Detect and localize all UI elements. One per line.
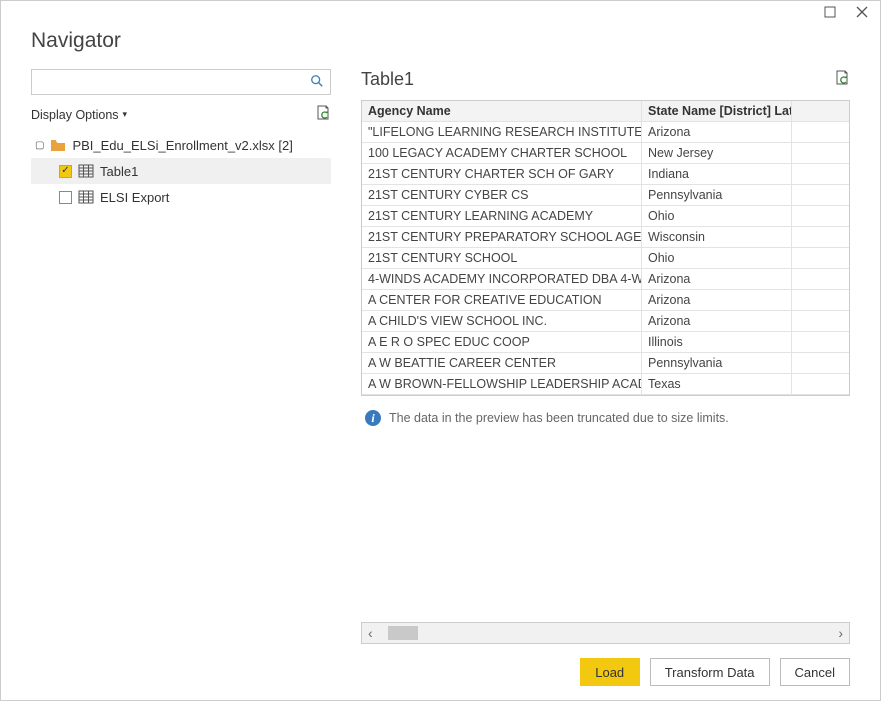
navigator-tree-panel: Display Options ▾ ▢ PBI_Edu_ELSi_Enrollm… (31, 69, 331, 644)
close-icon[interactable] (856, 6, 868, 21)
table-icon (78, 190, 94, 204)
tree: ▢ PBI_Edu_ELSi_Enrollment_v2.xlsx [2] ✓ (31, 132, 331, 210)
table-cell: 21ST CENTURY LEARNING ACADEMY (362, 206, 642, 226)
scroll-left-icon[interactable]: ‹ (368, 625, 373, 641)
table-row[interactable]: A W BEATTIE CAREER CENTERPennsylvania (362, 353, 849, 374)
preview-title: Table1 (361, 69, 414, 90)
column-header[interactable]: State Name [District] Latest available y… (642, 101, 792, 121)
table-cell: 21ST CENTURY PREPARATORY SCHOOL AGENCY (362, 227, 642, 247)
column-header[interactable]: Agency Name (362, 101, 642, 121)
table-cell: 21ST CENTURY CHARTER SCH OF GARY (362, 164, 642, 184)
table-cell: A W BROWN-FELLOWSHIP LEADERSHIP ACADEMY (362, 374, 642, 394)
table-row[interactable]: A W BROWN-FELLOWSHIP LEADERSHIP ACADEMYT… (362, 374, 849, 395)
preview-panel: Table1 Agency NameState Name [District] … (361, 69, 850, 644)
chevron-down-icon: ▾ (123, 109, 128, 120)
tree-item-label: Table1 (100, 164, 138, 179)
table-cell: Illinois (642, 332, 792, 352)
refresh-preview-icon[interactable] (834, 70, 850, 89)
maximize-icon[interactable] (824, 6, 836, 21)
table-cell: A CENTER FOR CREATIVE EDUCATION (362, 290, 642, 310)
scroll-thumb[interactable] (388, 626, 418, 640)
table-row[interactable]: 21ST CENTURY LEARNING ACADEMYOhio (362, 206, 849, 227)
checkbox-table1[interactable]: ✓ (59, 165, 72, 178)
table-header-row: Agency NameState Name [District] Latest … (362, 101, 849, 122)
table-cell: A E R O SPEC EDUC COOP (362, 332, 642, 352)
table-row[interactable]: 21ST CENTURY SCHOOLOhio (362, 248, 849, 269)
search-icon[interactable] (310, 74, 324, 91)
cancel-button[interactable]: Cancel (780, 658, 850, 686)
table-row[interactable]: A CHILD'S VIEW SCHOOL INC.Arizona (362, 311, 849, 332)
table-cell: A W BEATTIE CAREER CENTER (362, 353, 642, 373)
table-cell: Arizona (642, 269, 792, 289)
collapse-icon[interactable]: ▢ (35, 140, 44, 151)
display-options-dropdown[interactable]: Display Options ▾ (31, 108, 127, 122)
transform-data-button[interactable]: Transform Data (650, 658, 770, 686)
table-row[interactable]: 4-WINDS ACADEMY INCORPORATED DBA 4-WINDS… (362, 269, 849, 290)
checkbox-elsi-export[interactable] (59, 191, 72, 204)
table-cell: Arizona (642, 290, 792, 310)
table-cell: Texas (642, 374, 792, 394)
table-cell: 4-WINDS ACADEMY INCORPORATED DBA 4-WINDS… (362, 269, 642, 289)
horizontal-scrollbar[interactable]: ‹ › (361, 622, 850, 644)
table-cell: Wisconsin (642, 227, 792, 247)
table-cell: Ohio (642, 206, 792, 226)
table-row[interactable]: 100 LEGACY ACADEMY CHARTER SCHOOLNew Jer… (362, 143, 849, 164)
dialog-footer: Load Transform Data Cancel (1, 644, 880, 700)
display-options-label: Display Options (31, 108, 119, 122)
tree-item-label: ELSI Export (100, 190, 169, 205)
table-row[interactable]: 21ST CENTURY CYBER CSPennsylvania (362, 185, 849, 206)
table-cell: Ohio (642, 248, 792, 268)
table-row[interactable]: A CENTER FOR CREATIVE EDUCATIONArizona (362, 290, 849, 311)
dialog-title: Navigator (1, 25, 880, 69)
tree-file-node[interactable]: ▢ PBI_Edu_ELSi_Enrollment_v2.xlsx [2] (31, 132, 331, 158)
table-cell: Pennsylvania (642, 185, 792, 205)
search-input[interactable] (38, 74, 310, 91)
load-button[interactable]: Load (580, 658, 640, 686)
titlebar (1, 1, 880, 25)
table-cell: New Jersey (642, 143, 792, 163)
table-row[interactable]: "LIFELONG LEARNING RESEARCH INSTITUTE IN… (362, 122, 849, 143)
table-row[interactable]: 21ST CENTURY CHARTER SCH OF GARYIndiana (362, 164, 849, 185)
table-cell: Arizona (642, 311, 792, 331)
tree-item-elsi-export[interactable]: ELSI Export (31, 184, 331, 210)
table-cell: A CHILD'S VIEW SCHOOL INC. (362, 311, 642, 331)
folder-icon (50, 138, 66, 152)
table-row[interactable]: 21ST CENTURY PREPARATORY SCHOOL AGENCYWi… (362, 227, 849, 248)
preview-grid: Agency NameState Name [District] Latest … (361, 100, 850, 396)
table-cell: 100 LEGACY ACADEMY CHARTER SCHOOL (362, 143, 642, 163)
truncation-notice: i The data in the preview has been trunc… (361, 396, 850, 440)
table-cell: 21ST CENTURY SCHOOL (362, 248, 642, 268)
table-cell: Indiana (642, 164, 792, 184)
scroll-right-icon[interactable]: › (838, 625, 843, 641)
truncation-text: The data in the preview has been truncat… (389, 411, 729, 425)
navigator-dialog: Navigator Display Options ▾ (0, 0, 881, 701)
table-icon (78, 164, 94, 178)
search-box[interactable] (31, 69, 331, 95)
table-cell: "LIFELONG LEARNING RESEARCH INSTITUTE IN… (362, 122, 642, 142)
tree-file-label: PBI_Edu_ELSi_Enrollment_v2.xlsx [2] (72, 138, 292, 153)
table-cell: Arizona (642, 122, 792, 142)
table-cell: Pennsylvania (642, 353, 792, 373)
tree-item-table1[interactable]: ✓ Table1 (31, 158, 331, 184)
table-cell: 21ST CENTURY CYBER CS (362, 185, 642, 205)
refresh-icon[interactable] (315, 105, 331, 124)
table-row[interactable]: A E R O SPEC EDUC COOPIllinois (362, 332, 849, 353)
info-icon: i (365, 410, 381, 426)
